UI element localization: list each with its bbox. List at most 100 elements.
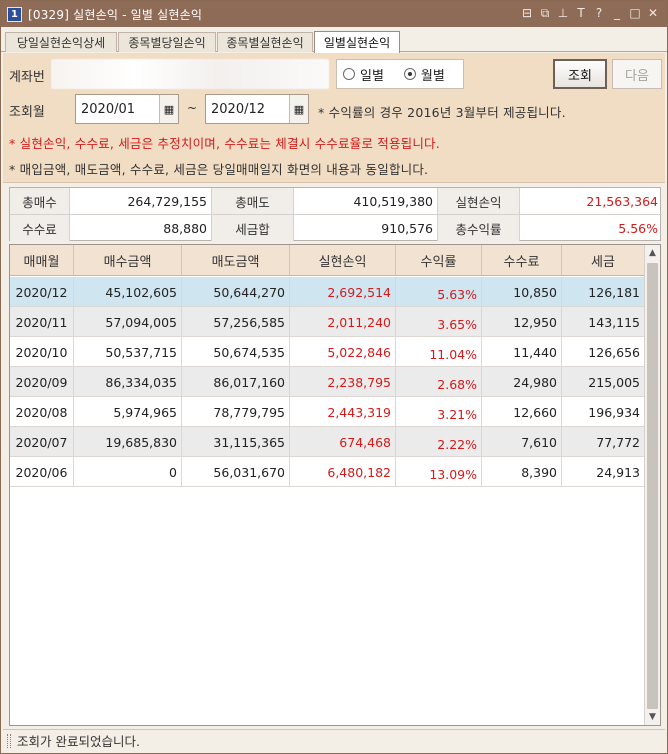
cell-fee: 10,850 [482, 277, 562, 307]
cell-sell-amount: 86,017,160 [182, 367, 290, 397]
cell-return-rate: 3.65% [396, 307, 482, 337]
realized-pnl-label: 실현손익 [438, 188, 520, 214]
cell-month: 2020/09 [10, 367, 74, 397]
cell-fee: 11,440 [482, 337, 562, 367]
tab-today-realized-detail[interactable]: 당일실현손익상세 [5, 32, 117, 52]
query-button[interactable]: 조회 [553, 59, 607, 89]
cell-month: 2020/07 [10, 427, 74, 457]
copy-window-icon[interactable]: ⧉ [537, 4, 553, 22]
table-row[interactable]: 2020/06 0 56,031,670 6,480,182 13.09% 8,390 24… [10, 457, 645, 487]
period-radio-group: 일별 월별 [336, 59, 464, 89]
cell-fee: 12,950 [482, 307, 562, 337]
radio-monthly[interactable]: 월별 [403, 65, 445, 84]
column-header[interactable]: 수익률 [396, 245, 482, 276]
tab-daily-realized-pnl[interactable]: 일별실현손익 [314, 31, 400, 53]
from-month-field[interactable]: 2020/01 ▦ [75, 94, 179, 124]
total-return-label: 총수익률 [438, 215, 520, 241]
total-sell-value: 410,519,380 [294, 188, 438, 214]
cell-realized-pnl: 2,011,240 [290, 307, 396, 337]
column-header[interactable]: 실현손익 [290, 245, 396, 276]
notice-return-rate: * 수익률의 경우 2016년 3월부터 제공됩니다. [318, 105, 566, 120]
status-bar: 조회가 완료되었습니다. [3, 729, 665, 751]
cell-realized-pnl: 5,022,846 [290, 337, 396, 367]
maximize-icon[interactable]: □ [627, 4, 643, 22]
table-row[interactable]: 2020/12 45,102,605 50,644,270 2,692,514 5.63… [10, 277, 645, 307]
title-bar[interactable]: 1 [0329] 실현손익 - 일별 실현손익 ⊟ ⧉ ⊥ T? _ □ ✕ [1, 1, 667, 27]
summary-row: 총매수 264,729,155 총매도 410,519,380 실현손익 21,… [10, 188, 662, 214]
window-title: [0329] 실현손익 - 일별 실현손익 [28, 7, 203, 22]
cell-tax: 126,181 [562, 277, 645, 307]
cell-realized-pnl: 2,443,319 [290, 397, 396, 427]
cell-realized-pnl: 2,238,795 [290, 367, 396, 397]
tab-stock-realized-pnl[interactable]: 종목별실현손익 [217, 32, 313, 52]
cell-return-rate: 5.63% [396, 277, 482, 307]
cell-return-rate: 3.21% [396, 397, 482, 427]
to-month-value: 2020/12 [211, 101, 266, 117]
close-icon[interactable]: ✕ [645, 4, 661, 22]
table-row[interactable]: 2020/09 86,334,035 86,017,160 2,238,795 2.68… [10, 367, 645, 397]
scroll-thumb[interactable] [647, 263, 658, 709]
tab-stock-today-pnl[interactable]: 종목별당일손익 [118, 32, 216, 52]
cell-month: 2020/10 [10, 337, 74, 367]
column-header[interactable]: 매수금액 [74, 245, 182, 276]
notice-same-as-journal: * 매입금액, 매도금액, 수수료, 세금은 당일매매일지 화면의 내용과 동일… [9, 162, 429, 177]
realized-pnl-value: 21,563,364 [586, 193, 658, 209]
radio-daily-label: 일별 [360, 68, 384, 84]
table-row[interactable]: 2020/10 50,537,715 50,674,535 5,022,846 11.0… [10, 337, 645, 367]
layout-icon[interactable]: ⊟ [519, 4, 535, 22]
cell-buy-amount: 0 [74, 457, 182, 487]
cell-buy-amount: 57,094,005 [74, 307, 182, 337]
cell-realized-pnl: 2,692,514 [290, 277, 396, 307]
calendar-icon[interactable]: ▦ [289, 95, 308, 123]
summary-row: 수수료 88,880 세금합 910,576 총수익률 5.56% [10, 214, 662, 241]
cell-realized-pnl: 6,480,182 [290, 457, 396, 487]
calendar-icon[interactable]: ▦ [159, 95, 178, 123]
cell-sell-amount: 31,115,365 [182, 427, 290, 457]
table-row[interactable]: 2020/11 57,094,005 57,256,585 2,011,240 3.65… [10, 307, 645, 337]
table-row[interactable]: 2020/07 19,685,830 31,115,365 674,468 2.22% 7… [10, 427, 645, 457]
cell-sell-amount: 56,031,670 [182, 457, 290, 487]
cell-buy-amount: 86,334,035 [74, 367, 182, 397]
pin-icon[interactable]: ⊥ [555, 4, 571, 22]
radio-monthly-indicator [403, 68, 416, 80]
scroll-up-arrow-icon[interactable]: ▲ [645, 245, 660, 261]
cell-tax: 143,115 [562, 307, 645, 337]
minimize-icon[interactable]: _ [609, 4, 625, 22]
grip-handle-icon [7, 733, 11, 748]
radio-monthly-label: 월별 [420, 68, 445, 84]
column-header[interactable]: 매도금액 [182, 245, 290, 276]
next-button[interactable]: 다음 [612, 59, 662, 89]
query-form: 계좌번 일별 월별 조회 다음 조회월 2020/01 ▦ ~ 2020/12 … [3, 53, 665, 183]
radio-daily-indicator [343, 68, 355, 80]
cell-tax: 215,005 [562, 367, 645, 397]
total-buy-label: 총매수 [10, 188, 70, 214]
screen-number-badge: 1 [7, 6, 22, 22]
tax-value: 910,576 [294, 215, 438, 241]
cell-return-rate: 2.68% [396, 367, 482, 397]
tax-label: 세금합 [212, 215, 294, 241]
range-separator: ~ [187, 101, 198, 115]
fee-value: 88,880 [70, 215, 212, 241]
column-header[interactable]: 매매월 [10, 245, 74, 276]
to-month-field[interactable]: 2020/12 ▦ [205, 94, 309, 124]
font-size-icon[interactable]: T [573, 4, 589, 22]
cell-sell-amount: 57,256,585 [182, 307, 290, 337]
cell-fee: 8,390 [482, 457, 562, 487]
radio-daily[interactable]: 일별 [343, 65, 384, 84]
grid-header: 매매월 매수금액 매도금액 실현손익 수익률 수수료 세금 [10, 245, 645, 276]
period-label: 조회월 [9, 105, 45, 120]
table-row[interactable]: 2020/08 5,974,965 78,779,795 2,443,319 3.21%… [10, 397, 645, 427]
help-icon[interactable]: ? [591, 4, 607, 22]
cell-tax: 77,772 [562, 427, 645, 457]
vertical-scrollbar[interactable]: ▲ ▼ [644, 245, 660, 725]
cell-tax: 24,913 [562, 457, 645, 487]
cell-sell-amount: 50,674,535 [182, 337, 290, 367]
fee-label: 수수료 [10, 215, 70, 241]
account-number-field[interactable] [51, 59, 329, 89]
scroll-down-arrow-icon[interactable]: ▼ [645, 709, 660, 725]
cell-month: 2020/11 [10, 307, 74, 337]
monthly-pnl-grid: 매매월 매수금액 매도금액 실현손익 수익률 수수료 세금 2020/12 45,102,60… [9, 244, 661, 726]
column-header[interactable]: 수수료 [482, 245, 562, 276]
column-header[interactable]: 세금 [562, 245, 645, 276]
cell-month: 2020/08 [10, 397, 74, 427]
